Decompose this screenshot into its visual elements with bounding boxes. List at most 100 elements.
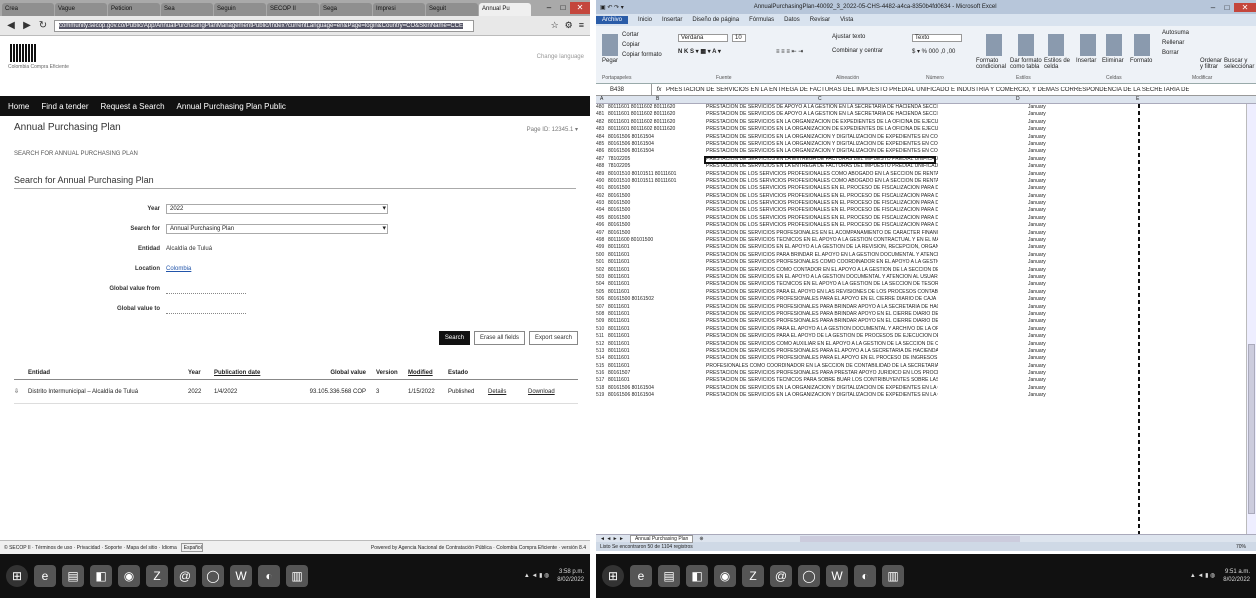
cell-code[interactable]: 78102205 — [608, 156, 706, 163]
font-name-select[interactable]: Verdana — [678, 34, 728, 42]
cell-description[interactable]: PRESTACION DE SERVICIOS TECNICOS EN EL A… — [706, 281, 938, 288]
cell-code[interactable]: 80161500 — [608, 215, 706, 222]
browser-tab[interactable]: Sea — [161, 3, 213, 16]
cell-code[interactable]: 80111601 80111602 80111620 — [608, 119, 706, 126]
cell-code[interactable]: 80111601 — [608, 281, 706, 288]
merge-center-button[interactable]: Combinar y centrar — [832, 48, 883, 54]
column-header-c[interactable]: C — [818, 96, 822, 102]
cell-month[interactable]: January — [1028, 259, 1148, 266]
row-number[interactable]: 484 — [596, 134, 608, 141]
cell-description[interactable]: PRESTACION DE SERVICIOS PROFESIONALES EN… — [706, 230, 938, 237]
cell-d[interactable] — [938, 237, 1028, 244]
cell-d[interactable] — [938, 377, 1028, 384]
cell-d[interactable] — [938, 311, 1028, 318]
cell-month[interactable]: January — [1028, 215, 1148, 222]
cell-month[interactable]: January — [1028, 119, 1148, 126]
explorer-icon[interactable]: ▤ — [62, 565, 84, 587]
cell-code[interactable]: 80111601 — [608, 304, 706, 311]
row-number[interactable]: 488 — [596, 163, 608, 170]
autosum-button[interactable]: Autosuma — [1162, 30, 1189, 36]
row-number[interactable]: 494 — [596, 207, 608, 214]
cell-d[interactable] — [938, 296, 1028, 303]
cell-code[interactable]: 80161506 80161504 — [608, 148, 706, 155]
tab-page-layout[interactable]: Diseño de página — [692, 17, 739, 23]
tab-home[interactable]: Inicio — [638, 17, 652, 23]
cell-code[interactable]: 80111601 — [608, 244, 706, 251]
cell-description[interactable]: PRESTACION DE SERVICIOS TECNICOS PARA SO… — [706, 377, 938, 384]
cell-description[interactable]: PRESTACION DE LOS SERVICIOS PROFESIONALE… — [706, 222, 938, 229]
cell-description[interactable]: PRESTACION DE LOS SERVICIOS PROFESIONALE… — [706, 200, 938, 207]
browser-tab[interactable]: Vague — [55, 3, 107, 16]
excel-word-icon[interactable]: W — [826, 565, 848, 587]
cell-month[interactable]: January — [1028, 289, 1148, 296]
language-select[interactable]: Español — [180, 543, 203, 552]
cell-code[interactable]: 80161500 — [608, 207, 706, 214]
cell-month[interactable]: January — [1028, 134, 1148, 141]
quick-access-toolbar[interactable]: ▣ ↶ ↷ ▾ — [600, 4, 624, 11]
cell-d[interactable] — [938, 193, 1028, 200]
browser-tab[interactable]: Seguit — [426, 3, 478, 16]
bookmark-star-icon[interactable]: ☆ — [551, 20, 559, 31]
cell-code[interactable]: 80111601 — [608, 311, 706, 318]
excel-start-button-icon[interactable]: ⊞ — [602, 565, 624, 587]
cell-month[interactable]: January — [1028, 348, 1148, 355]
row-number[interactable]: 506 — [596, 296, 608, 303]
cell-code[interactable]: 80161500 — [608, 193, 706, 200]
cell-description[interactable]: PRESTACION DE SERVICIOS EN LA ORGANIZACI… — [706, 134, 938, 141]
col-status[interactable]: Estado — [448, 370, 488, 376]
browser-tab[interactable]: Sega — [320, 3, 372, 16]
cell-code[interactable]: 80111601 — [608, 355, 706, 362]
number-format-select[interactable]: Texto — [912, 34, 962, 42]
menu-icon[interactable]: ≡ — [579, 20, 584, 31]
cell-description[interactable]: PRESTACION DE SERVICIOS EN EL APOYO A LA… — [706, 274, 938, 281]
excel-browser-icon[interactable]: ◯ — [798, 565, 820, 587]
paste-icon[interactable] — [602, 34, 618, 56]
cell-d[interactable] — [938, 318, 1028, 325]
row-number[interactable]: 507 — [596, 304, 608, 311]
cell-description[interactable]: PRESTACION DE SERVICIOS EN LA ORGANIZACI… — [706, 141, 938, 148]
excel-explorer-icon[interactable]: ▤ — [658, 565, 680, 587]
cell-month[interactable]: January — [1028, 222, 1148, 229]
cell-d[interactable] — [938, 392, 1028, 399]
year-select[interactable]: 2022 — [166, 204, 388, 214]
browser-icon[interactable]: ◯ — [202, 565, 224, 587]
row-number[interactable]: 517 — [596, 377, 608, 384]
sheet-nav-arrows[interactable]: ◄ ◄ ► ► — [600, 536, 624, 542]
cell-description[interactable]: PRESTACION DE SERVICIOS EN LA ORGANIZACI… — [706, 148, 938, 155]
download-icon[interactable]: ⇩ — [14, 388, 28, 395]
cell-month[interactable]: January — [1028, 200, 1148, 207]
minimize-button[interactable]: – — [542, 2, 556, 14]
cut-button[interactable]: Cortar — [622, 32, 639, 38]
cell-description[interactable]: PRESTACION DE SERVICIOS PROFESIONALES PA… — [706, 311, 938, 318]
cell-description[interactable]: PRESTACION DE SERVICIOS PARA EL APOYO EN… — [706, 289, 938, 296]
cell-code[interactable]: 80111601 — [608, 274, 706, 281]
maximize-button[interactable]: □ — [556, 2, 570, 14]
cell-d[interactable] — [938, 215, 1028, 222]
row-number[interactable]: 505 — [596, 289, 608, 296]
row-number[interactable]: 481 — [596, 111, 608, 118]
cell-d[interactable] — [938, 222, 1028, 229]
cell-d[interactable] — [938, 341, 1028, 348]
excel-app-icon[interactable]: ◐ — [854, 565, 876, 587]
cell-code[interactable]: 80161500 — [608, 222, 706, 229]
export-search-button[interactable]: Export search — [528, 331, 578, 345]
row-number[interactable]: 485 — [596, 141, 608, 148]
cell-month[interactable]: January — [1028, 163, 1148, 170]
cell-d[interactable] — [938, 200, 1028, 207]
cell-month[interactable]: January — [1028, 296, 1148, 303]
browser-tab[interactable]: Crea — [2, 3, 54, 16]
cell-month[interactable]: January — [1028, 392, 1148, 399]
wrap-text-button[interactable]: Ajustar texto — [832, 34, 865, 40]
sheet-tab[interactable]: Annual Purchasing Plan — [629, 534, 694, 543]
cell-d[interactable] — [938, 259, 1028, 266]
align-buttons[interactable]: ≡ ≡ ≡ ⇤ ⇥ — [776, 48, 803, 55]
row-number[interactable]: 515 — [596, 363, 608, 370]
zoom-level[interactable]: 70% — [1236, 544, 1256, 550]
row-number[interactable]: 501 — [596, 259, 608, 266]
column-header-d[interactable]: D — [1016, 96, 1020, 102]
tray-icons[interactable]: ▲ ◄ ▮ ◍ — [524, 572, 549, 580]
cell-code[interactable]: 80111601 — [608, 326, 706, 333]
cell-code[interactable]: 80161506 80161504 — [608, 392, 706, 399]
row-number[interactable]: 490 — [596, 178, 608, 185]
excel-excel-icon[interactable]: ▥ — [882, 565, 904, 587]
